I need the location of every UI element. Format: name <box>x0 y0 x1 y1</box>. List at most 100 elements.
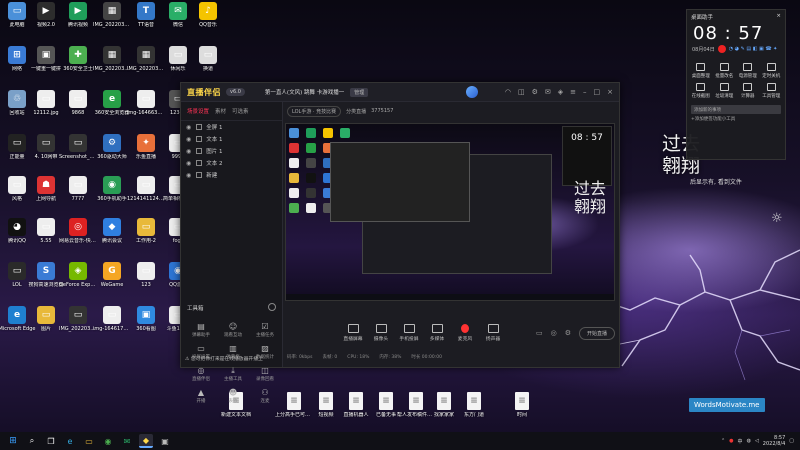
desktop-icon[interactable]: ▭ 此电脑 <box>1 2 33 38</box>
desktop-icon[interactable]: ▶ 视频2.0 <box>30 2 62 38</box>
desktop-icon[interactable]: ▭ 工作用-2 <box>130 218 162 254</box>
widget-links[interactable]: +添加便签功能小工具 <box>687 114 785 124</box>
headset-icon[interactable]: ◠ <box>505 88 511 96</box>
room-title[interactable]: 第一直人(文风) 跳舞 卡游戏播一 <box>265 88 344 96</box>
effects-icon[interactable]: ◎ <box>551 329 557 337</box>
desktop-icon[interactable]: ✦ 乐鱼直播 <box>130 134 162 170</box>
file-explorer-icon[interactable]: ▭ <box>82 434 96 448</box>
desktop-icon[interactable]: ▭ 5.55 <box>30 218 62 254</box>
category-tab[interactable]: 分类直播 <box>346 108 366 115</box>
gift-icon[interactable]: ◫ <box>518 88 525 96</box>
widget-tool[interactable]: 在线截图 <box>689 83 713 99</box>
desktop-file[interactable]: ≡上分高手已可选风景 <box>275 392 313 428</box>
desktop-icon[interactable]: ▭ IMG_20220307_184816 <box>59 306 97 342</box>
capture-control[interactable]: 扬声器 <box>479 324 507 342</box>
capture-control[interactable]: 直播屏幕 <box>339 324 367 342</box>
network-icon[interactable]: ◍ <box>747 438 751 444</box>
desktop-file[interactable]: ≡ 东方门道 <box>458 392 490 428</box>
source-item[interactable]: ◉ 全屏 1 <box>181 121 282 133</box>
widget-toolbar-icons[interactable]: ◔ ◕ ✎ ▤ ◧ ▣ ☎ ✦ <box>729 46 778 52</box>
desktop-icon[interactable]: S 搜狗高速浏览器 <box>28 262 64 298</box>
desktop-icon[interactable]: ▭img-1646637894586 <box>127 90 165 126</box>
menu-icon[interactable]: ≡ <box>570 88 576 96</box>
desktop-icon[interactable]: e 360安全浏览器 <box>95 90 129 126</box>
toolbox-item[interactable]: ▲ 开播 <box>185 388 217 404</box>
desktop-file[interactable]: ≡ 短视频 <box>310 392 342 428</box>
desktop-icon[interactable]: ▣ 360看图 <box>130 306 162 342</box>
desktop-icon[interactable]: ▭ 换道 <box>192 46 224 82</box>
toolbox-item[interactable]: ☺ 观看互动 <box>217 322 249 338</box>
task-view-icon[interactable]: ❐ <box>44 434 58 448</box>
desktop-icon[interactable]: ✉ 微信 <box>162 2 194 38</box>
desktop-icon[interactable]: ◉ 360手机助手 <box>96 176 128 212</box>
desktop-icon[interactable]: ♲ 回收站 <box>1 90 33 126</box>
toolbox-item[interactable]: ☑ 主播任务 <box>249 322 281 338</box>
source-item[interactable]: ◉ 新建 <box>181 169 282 181</box>
desktop-icon[interactable]: ▭ 7777 <box>62 176 94 212</box>
maximize-icon[interactable]: □ <box>594 88 601 96</box>
desktop-icon[interactable]: ▭ 休闲乐 <box>162 46 194 82</box>
toolbox-item[interactable]: ⚇ 连麦 <box>249 388 281 404</box>
desktop-icon[interactable]: ◆ 腾讯会议 <box>96 218 128 254</box>
capture-control[interactable]: 摄像头 <box>367 324 395 342</box>
desktop-icon[interactable]: ▭ 12112.jpg <box>30 90 62 126</box>
start-live-button[interactable]: 开始直播 <box>578 326 615 340</box>
tray-up-arrow-icon[interactable]: ⌃ <box>721 438 725 444</box>
desktop-icon[interactable]: e Microsoft Edge <box>0 306 35 342</box>
volume-icon[interactable]: ◁ <box>755 438 759 444</box>
desktop-icon[interactable]: ▭ 1214141124124 <box>127 176 165 212</box>
avatar[interactable] <box>466 86 479 98</box>
widget-close-icon[interactable]: × <box>776 13 781 21</box>
windows-start-icon[interactable]: ⊞ <box>6 434 20 448</box>
capture-control[interactable]: 手机投屏 <box>395 324 423 342</box>
tray-clock[interactable]: 8:57 2022/8/4 <box>763 435 785 447</box>
desktop-icon[interactable]: ⊞ 网络 <box>1 46 33 82</box>
desktop-icon[interactable]: ▦ IMG_20220307_184933 <box>93 2 131 38</box>
toolbox-item[interactable]: ☻ 表情 <box>217 388 249 404</box>
app-taskbar-icon[interactable]: ▣ <box>158 434 172 448</box>
tray-app-icon[interactable]: ● <box>729 438 733 444</box>
desktop-icon[interactable]: ▭ img-1646178860384 <box>93 306 131 342</box>
desktop-file[interactable]: ≡ 找家家家 <box>428 392 460 428</box>
room-manage-button[interactable]: 管理 <box>350 87 369 97</box>
desktop-icon[interactable]: ▶ 腾讯视频 <box>62 2 94 38</box>
mail-icon[interactable]: ✉ <box>545 88 551 96</box>
edge-icon[interactable]: e <box>63 434 77 448</box>
category-tab[interactable]: LOL手游 · 竞技比赛 <box>287 105 342 117</box>
widget-todo-input[interactable]: 添加新的事项 <box>691 105 781 114</box>
settings-icon[interactable]: ⚙ <box>532 88 538 96</box>
desktop-icon[interactable]: ◈ GeForce Experience <box>59 262 97 298</box>
notification-icon[interactable]: ▢ <box>789 438 794 444</box>
scene-tab[interactable]: 可选素 <box>232 107 249 115</box>
toolbox-item[interactable]: ▤ 弹幕助手 <box>185 322 217 338</box>
scene-tab[interactable]: 场景设置 <box>187 107 209 115</box>
search-icon[interactable]: ⌕ <box>25 434 39 448</box>
widget-tool[interactable]: 批量改名 <box>713 63 737 79</box>
eye-icon[interactable]: ◉ <box>186 148 191 155</box>
widget-tool[interactable]: 定时关机 <box>760 63 784 79</box>
desktop-icon[interactable]: ▭ 图片 <box>30 306 62 342</box>
category-tab[interactable]: 3775157 <box>371 108 393 114</box>
stream-companion-taskbar-icon[interactable]: ◆ <box>139 434 153 448</box>
capture-control[interactable]: 麦克风 <box>451 324 479 342</box>
minimize-icon[interactable]: – <box>583 88 587 96</box>
wechat-taskbar-icon[interactable]: ✉ <box>120 434 134 448</box>
widget-tool[interactable]: 计算器 <box>736 83 760 99</box>
desktop-file[interactable]: ≡ 时间 <box>506 392 538 428</box>
desktop-icon[interactable]: ♪ QQ音乐 <box>192 2 224 38</box>
capture-control[interactable]: 多媒体 <box>423 324 451 342</box>
desktop-icon[interactable]: ▭ Screenshot_20220307 <box>59 134 97 170</box>
eye-icon[interactable]: ◉ <box>186 172 191 179</box>
close-icon[interactable]: × <box>607 88 613 96</box>
widget-tool[interactable]: 桌面整理 <box>689 63 713 79</box>
settings-gear-icon[interactable]: ⚙ <box>565 329 571 337</box>
desktop-icon[interactable]: ◕ 腾讯QQ <box>1 218 33 254</box>
desktop-icon[interactable]: ▭ 正能量 <box>1 134 33 170</box>
desktop-icon[interactable]: ▭ 123 <box>130 262 162 298</box>
browser-360-icon[interactable]: ◉ <box>101 434 115 448</box>
live-hint[interactable]: ⚠ 您可把你打来是在线播放器开播上 <box>185 355 263 362</box>
eye-icon[interactable]: ◉ <box>186 124 191 131</box>
eye-icon[interactable]: ◉ <box>186 136 191 143</box>
widget-tool[interactable]: 电源管理 <box>736 63 760 79</box>
eye-icon[interactable]: ◉ <box>186 160 191 167</box>
